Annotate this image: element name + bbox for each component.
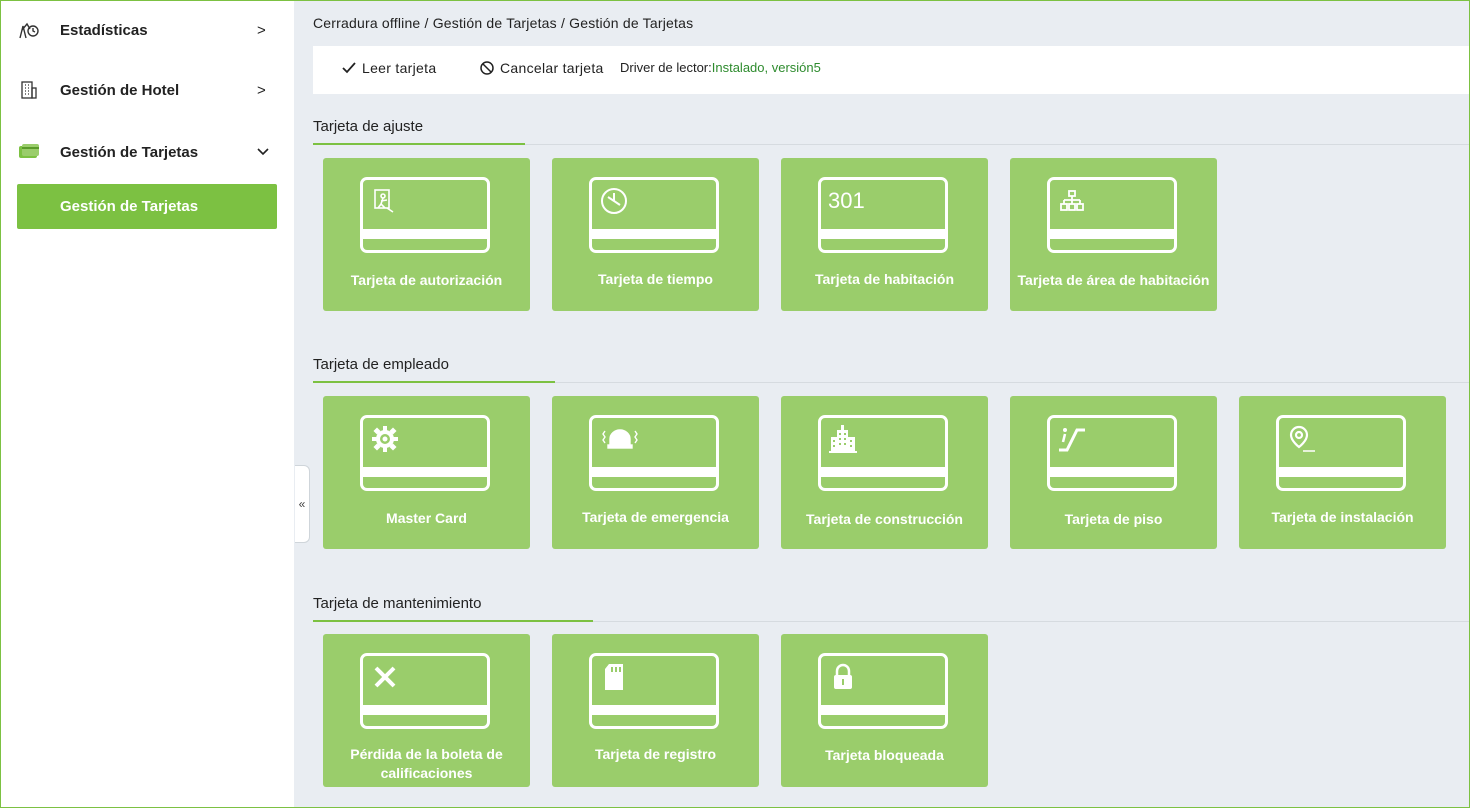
card-authorization[interactable]: Tarjeta de autorización [323, 158, 530, 311]
card-face [1276, 415, 1406, 491]
card-label: Tarjeta de construcción [806, 511, 963, 527]
chevron-right-icon: > [257, 81, 266, 99]
location-pin-icon [1286, 424, 1316, 454]
card-stripe [363, 229, 487, 239]
card-locked[interactable]: Tarjeta bloqueada [781, 634, 988, 787]
authorization-icon [370, 186, 400, 216]
card-label: Tarjeta de instalación [1271, 509, 1414, 525]
room-number-icon: 301 [828, 188, 865, 213]
card-label: Tarjeta de autorización [350, 272, 503, 288]
card-face [360, 653, 490, 729]
card-stripe [821, 705, 945, 715]
card-stripe [363, 467, 487, 477]
section-title-maintenance: Tarjeta de mantenimiento [313, 595, 482, 612]
card-construction[interactable]: Tarjeta de construcción [781, 396, 988, 549]
card-face [1047, 415, 1177, 491]
card-face [818, 653, 948, 729]
card-face [589, 653, 719, 729]
section-title-adjustment: Tarjeta de ajuste [313, 118, 424, 135]
card-stripe [821, 229, 945, 239]
sd-card-icon [599, 662, 629, 692]
card-label: Tarjeta de habitación [815, 271, 954, 287]
toolbar: Leer tarjeta Cancelar tarjeta Driver de … [313, 46, 1469, 94]
card-label: Tarjeta de registro [594, 746, 717, 762]
card-label: Tarjeta bloqueada [825, 747, 944, 763]
hotel-building-icon [18, 79, 40, 101]
floor-icon [1057, 424, 1087, 454]
building-icon [828, 424, 858, 454]
hierarchy-icon [1057, 186, 1087, 216]
card-management-icon [18, 141, 40, 163]
read-card-label: Leer tarjeta [362, 60, 437, 76]
card-stripe [592, 467, 716, 477]
card-lost[interactable]: Pérdida de la boleta de calificaciones [323, 634, 530, 787]
cancel-card-label: Cancelar tarjeta [500, 60, 604, 76]
section-underline [313, 381, 555, 383]
card-face [360, 415, 490, 491]
card-label: Master Card [386, 510, 467, 526]
card-label: Tarjeta de piso [1064, 511, 1163, 527]
card-room[interactable]: 301 Tarjeta de habitación [781, 158, 988, 311]
gear-icon [370, 424, 400, 454]
card-floor[interactable]: Tarjeta de piso [1010, 396, 1217, 549]
sidebar-subitem-label: Gestión de Tarjetas [60, 198, 199, 215]
card-time[interactable]: Tarjeta de tiempo [552, 158, 759, 311]
card-label: Tarjeta de área de habitación [1017, 272, 1210, 288]
card-stripe [363, 705, 487, 715]
card-stripe [1050, 229, 1174, 239]
card-face [589, 415, 719, 491]
cancel-card-button[interactable]: Cancelar tarjeta [480, 60, 604, 76]
card-stripe [1050, 467, 1174, 477]
card-master[interactable]: Master Card [323, 396, 530, 549]
section-underline [313, 143, 525, 145]
driver-label: Driver de lector: [620, 60, 712, 75]
card-stripe [1279, 467, 1403, 477]
sidebar-item-hotel[interactable]: Gestión de Hotel > [1, 61, 294, 119]
driver-status: Driver de lector:Instalado, versión5 [620, 60, 821, 75]
close-x-icon [370, 662, 400, 692]
card-label: Tarjeta de emergencia [582, 509, 729, 525]
alarm-icon [599, 424, 641, 454]
card-face [1047, 177, 1177, 253]
chevron-right-icon: > [257, 21, 266, 39]
read-card-button[interactable]: Leer tarjeta [342, 60, 436, 76]
sidebar-item-label: Gestión de Hotel [60, 81, 180, 99]
card-face [360, 177, 490, 253]
section-title-employee: Tarjeta de empleado [313, 356, 449, 373]
breadcrumb: Cerradura offline / Gestión de Tarjetas … [313, 15, 694, 31]
card-registration[interactable]: Tarjeta de registro [552, 634, 759, 787]
section-underline [313, 620, 593, 622]
card-room-area[interactable]: Tarjeta de área de habitación [1010, 158, 1217, 311]
lock-icon [828, 662, 858, 692]
clock-icon [599, 186, 629, 216]
sidebar-collapse-button[interactable]: « [295, 465, 310, 543]
sidebar-item-label: Gestión de Tarjetas [60, 143, 199, 161]
card-stripe [821, 467, 945, 477]
card-stripe [592, 229, 716, 239]
card-face: 301 [818, 177, 948, 253]
card-stripe [592, 705, 716, 715]
cancel-icon [480, 61, 494, 75]
card-face [589, 177, 719, 253]
sidebar-item-statistics[interactable]: Estadísticas > [1, 1, 294, 59]
card-face [818, 415, 948, 491]
sidebar-subitem-card-management[interactable]: Gestión de Tarjetas [17, 184, 277, 229]
main-content: Cerradura offline / Gestión de Tarjetas … [294, 1, 1469, 807]
card-emergency[interactable]: Tarjeta de emergencia [552, 396, 759, 549]
sidebar: Estadísticas > Gestión de Hotel > Gestió… [1, 1, 294, 807]
sidebar-item-card-management[interactable]: Gestión de Tarjetas [1, 123, 294, 181]
statistics-icon [18, 19, 40, 41]
card-label: Tarjeta de tiempo [598, 271, 713, 287]
check-icon [342, 62, 356, 74]
chevron-down-icon [257, 143, 269, 161]
sidebar-item-label: Estadísticas [60, 21, 148, 39]
driver-status-value: Instalado, versión5 [711, 60, 821, 75]
card-installation[interactable]: Tarjeta de instalación [1239, 396, 1446, 549]
card-label: Pérdida de la boleta de calificaciones [350, 746, 503, 781]
